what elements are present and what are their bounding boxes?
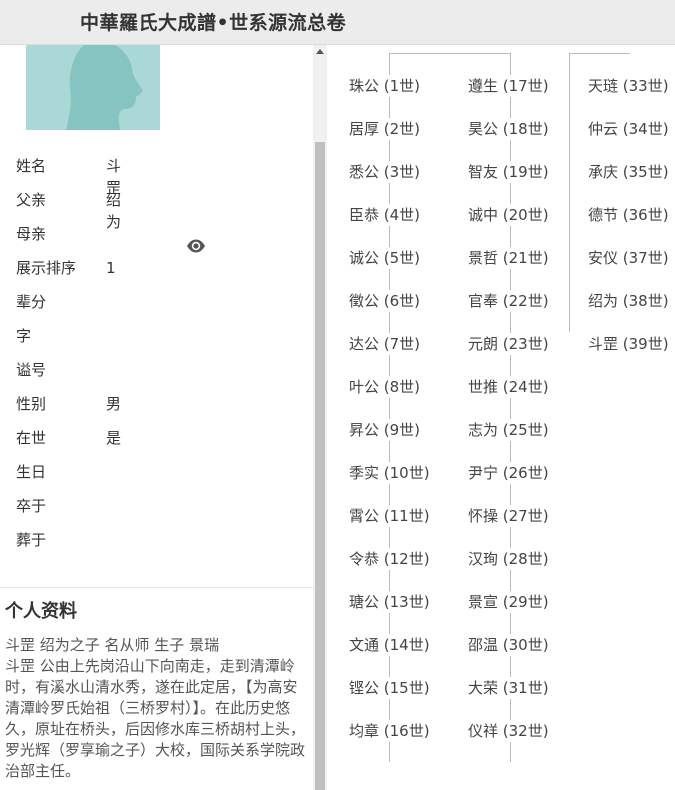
generation-item[interactable]: 元朗 (23世) [466, 333, 551, 355]
profile-panel: 姓名 斗罡 父亲 绍为 母亲 展示排序 1 辈分字谥号 性别男在世是生日 卒于 葬于 个人资料 斗罡… [0, 45, 313, 790]
profile-field-value: 男 [106, 395, 122, 413]
scrollbar[interactable] [313, 45, 327, 790]
profile-field-label: 性别 [16, 395, 47, 413]
person-silhouette-icon [66, 45, 143, 130]
generation-item[interactable]: 尹宁 (26世) [466, 462, 551, 484]
generation-tree-panel: 珠公 (1世) 居厚 (2世) 悉公 (3世) 臣恭 (4世) 诚公 (5世) 徵公 (6… [327, 45, 675, 790]
generation-item[interactable]: 昇公 (9世) [347, 419, 423, 441]
generation-item[interactable]: 景哲 (21世) [466, 247, 551, 269]
profile-field-label: 父亲 [16, 191, 47, 209]
generation-item[interactable]: 大荣 (31世) [466, 677, 551, 699]
generation-item[interactable]: 安仪 (37世) [586, 247, 671, 269]
generation-item[interactable]: 文通 (14世) [347, 634, 432, 656]
generation-item[interactable]: 官奉 (22世) [466, 290, 551, 312]
generation-item[interactable]: 均章 (16世) [347, 720, 432, 742]
profile-field-label: 谥号 [16, 361, 47, 379]
generation-item[interactable]: 承庆 (35世) [586, 161, 671, 183]
generation-item[interactable]: 景宣 (29世) [466, 591, 551, 613]
generation-item[interactable]: 达公 (7世) [347, 333, 423, 355]
generation-item[interactable]: 居厚 (2世) [347, 118, 423, 140]
generation-item[interactable]: 铿公 (15世) [347, 677, 432, 699]
scroll-up-arrow-icon[interactable] [316, 49, 324, 54]
profile-field-label: 葬于 [16, 531, 47, 549]
generation-item[interactable]: 遵生 (17世) [466, 75, 551, 97]
generation-item[interactable]: 叶公 (8世) [347, 376, 423, 398]
profile-field-value: 是 [106, 429, 122, 447]
app-header: 中華羅氏大成譜•世系源流总卷 [0, 0, 675, 45]
generation-item[interactable]: 令恭 (12世) [347, 548, 432, 570]
profile-field-label: 姓名 [16, 157, 47, 175]
profile-field-label: 字 [16, 327, 32, 345]
profile-field-label: 在世 [16, 429, 47, 447]
generation-item[interactable]: 诚中 (20世) [466, 204, 551, 226]
profile-field-label: 辈分 [16, 293, 47, 311]
generation-item[interactable]: 世推 (24世) [466, 376, 551, 398]
generation-item[interactable]: 季实 (10世) [347, 462, 432, 484]
bio-text: 斗罡 绍为之子 名从师 生子 景瑞 斗罡 公由上先岗沿山下向南走，走到清潭岭时，… [5, 636, 306, 780]
generation-item[interactable]: 志为 (25世) [466, 419, 551, 441]
generation-item[interactable]: 悉公 (3世) [347, 161, 423, 183]
generation-item[interactable]: 诚公 (5世) [347, 247, 423, 269]
profile-field-label: 展示排序 [16, 259, 77, 277]
bio-section-title: 个人资料 [5, 601, 77, 622]
profile-field-value: 1 [106, 259, 116, 277]
generation-item[interactable]: 天琏 (33世) [586, 75, 671, 97]
generation-item[interactable]: 邵温 (30世) [466, 634, 551, 656]
page-title: 中華羅氏大成譜•世系源流总卷 [80, 12, 347, 34]
section-divider [0, 587, 313, 588]
profile-field-value[interactable]: 绍为 [106, 189, 121, 233]
generation-item[interactable]: 霄公 (11世) [347, 505, 432, 527]
generation-item[interactable]: 绍为 (38世) [586, 290, 671, 312]
generation-item[interactable]: 汉珣 (28世) [466, 548, 551, 570]
scroll-thumb[interactable] [315, 142, 325, 790]
avatar [26, 45, 160, 130]
profile-field-label: 卒于 [16, 497, 47, 515]
eye-icon[interactable] [186, 238, 206, 254]
generation-item[interactable]: 珠公 (1世) [347, 75, 423, 97]
generation-item[interactable]: 怀操 (27世) [466, 505, 551, 527]
generation-item[interactable]: 斗罡 (39世) [586, 333, 671, 355]
generation-item[interactable]: 智友 (19世) [466, 161, 551, 183]
generation-item[interactable]: 昊公 (18世) [466, 118, 551, 140]
generation-item[interactable]: 仲云 (34世) [586, 118, 671, 140]
generation-item[interactable]: 徵公 (6世) [347, 290, 423, 312]
generation-item[interactable]: 臣恭 (4世) [347, 204, 423, 226]
generation-item[interactable]: 瑭公 (13世) [347, 591, 432, 613]
generation-item[interactable]: 仪祥 (32世) [466, 720, 551, 742]
generation-item[interactable]: 德节 (36世) [586, 204, 671, 226]
profile-field-label: 母亲 [16, 225, 47, 243]
profile-field-label: 生日 [16, 463, 47, 481]
